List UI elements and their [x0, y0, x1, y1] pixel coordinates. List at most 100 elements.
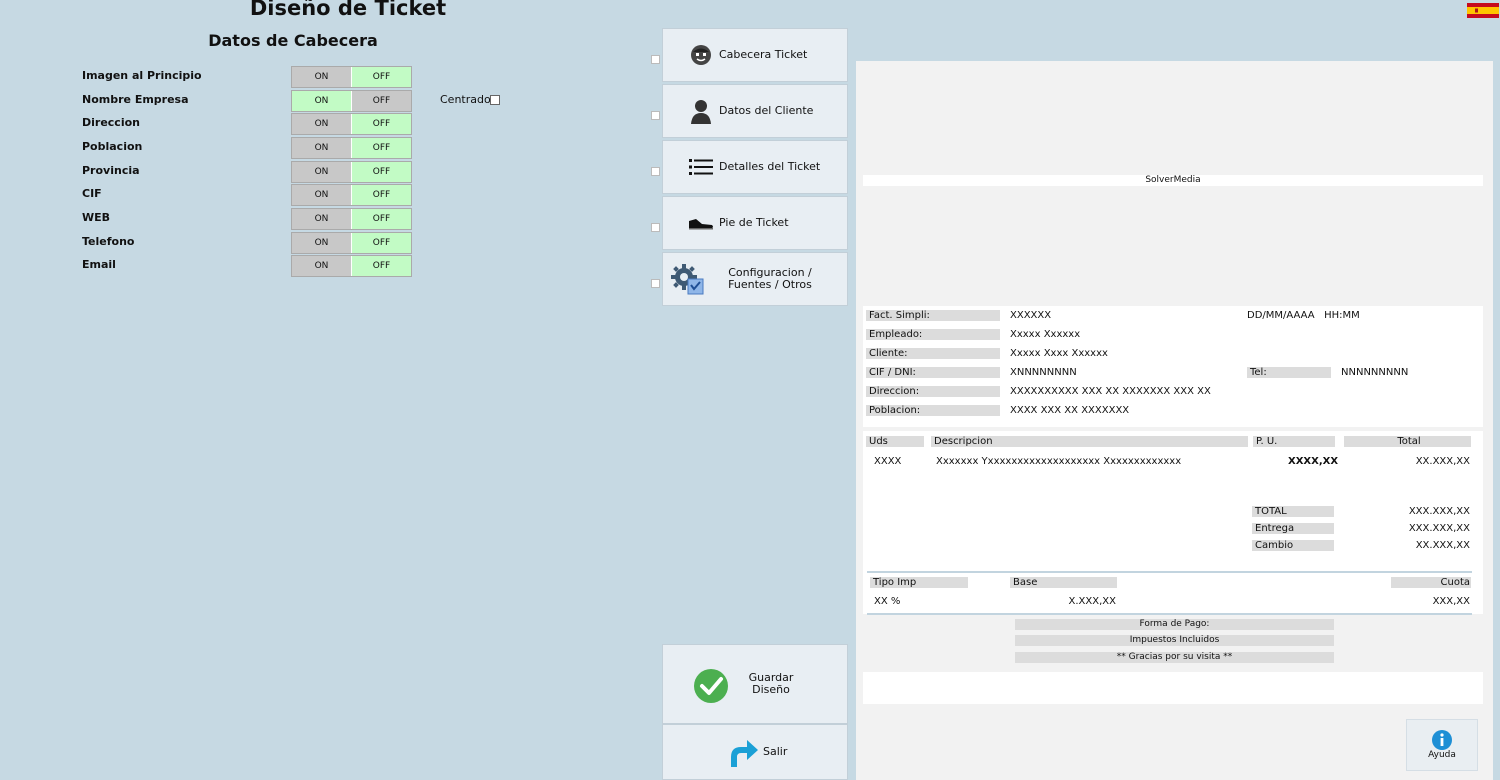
on-button[interactable]: ON: [292, 162, 351, 182]
field-label: Nombre Empresa: [82, 93, 189, 106]
on-button[interactable]: ON: [292, 209, 351, 229]
forma-pago: Forma de Pago:: [1015, 619, 1334, 630]
off-button[interactable]: OFF: [351, 209, 411, 229]
off-button[interactable]: OFF: [351, 91, 411, 111]
cambio-value: XX.XXX,XX: [1415, 540, 1470, 551]
field-label: Provincia: [82, 164, 140, 177]
save-label: Guardar Diseño: [723, 672, 819, 696]
off-button[interactable]: OFF: [351, 233, 411, 253]
on-button[interactable]: ON: [292, 233, 351, 253]
on-off-toggle: ON OFF: [291, 184, 412, 206]
nav-checkbox-5[interactable]: [651, 279, 660, 288]
save-label-line2: Diseño: [752, 683, 790, 696]
nav-detalles-ticket-button[interactable]: Detalles del Ticket: [662, 140, 848, 194]
save-design-button[interactable]: Guardar Diseño: [662, 644, 848, 724]
exit-label: Salir: [763, 745, 788, 758]
on-off-toggle: ON OFF: [291, 137, 412, 159]
cif-label: CIF / DNI:: [866, 367, 1000, 378]
on-button[interactable]: ON: [292, 67, 351, 87]
nav-label: Datos del Cliente: [719, 104, 814, 117]
tipo-imp-label: Tipo Imp: [870, 577, 968, 588]
section-title: Datos de Cabecera: [208, 31, 378, 50]
on-off-toggle: ON OFF: [291, 113, 412, 135]
direccion-value: XXXXXXXXXX XXX XX XXXXXXX XXX XX: [1010, 386, 1211, 397]
on-button[interactable]: ON: [292, 91, 351, 111]
field-label: Poblacion: [82, 140, 143, 153]
cambio-label: Cambio: [1252, 540, 1334, 551]
nav-checkbox-3[interactable]: [651, 167, 660, 176]
nav-datos-cliente-button[interactable]: Datos del Cliente: [662, 84, 848, 138]
on-off-toggle: ON OFF: [291, 232, 412, 254]
cliente-label: Cliente:: [866, 348, 1000, 359]
divider: [867, 571, 1472, 573]
nav-label: Configuracion / Fuentes / Otros: [728, 266, 812, 291]
centrado-label: Centrado: [440, 93, 491, 106]
total-value: XXX.XXX,XX: [1408, 506, 1470, 517]
nav-pie-ticket-button[interactable]: Pie de Ticket: [662, 196, 848, 250]
nav-checkbox-2[interactable]: [651, 111, 660, 120]
col-uds: Uds: [866, 436, 924, 447]
nav-checkbox-1[interactable]: [651, 55, 660, 64]
field-label: Imagen al Principio: [82, 69, 202, 82]
base-label: Base: [1010, 577, 1117, 588]
company-name-row: SolverMedia: [863, 175, 1483, 186]
nav-label: Cabecera Ticket: [719, 48, 808, 61]
gracias-message: ** Gracias por su visita **: [1015, 652, 1334, 663]
nav-checkbox-4[interactable]: [651, 223, 660, 232]
on-off-toggle: ON OFF: [291, 208, 412, 230]
centrado-checkbox[interactable]: [490, 95, 500, 105]
total-label: TOTAL: [1252, 506, 1334, 517]
nav-label: Pie de Ticket: [719, 216, 789, 229]
on-off-toggle: ON OFF: [291, 66, 412, 88]
info-icon: [1432, 730, 1452, 750]
exit-button[interactable]: Salir: [662, 724, 848, 780]
shoe-icon: [683, 207, 719, 239]
divider: [867, 613, 1472, 615]
help-button[interactable]: Ayuda: [1406, 719, 1478, 771]
on-off-toggle: ON OFF: [291, 90, 412, 112]
off-button[interactable]: OFF: [351, 67, 411, 87]
tel-label: Tel:: [1247, 367, 1331, 378]
off-button[interactable]: OFF: [351, 162, 411, 182]
line-uds: XXXX: [874, 456, 902, 467]
impuestos-incluidos: Impuestos Incluidos: [1015, 635, 1334, 646]
off-button[interactable]: OFF: [351, 138, 411, 158]
off-button[interactable]: OFF: [351, 114, 411, 134]
tel-value: NNNNNNNNN: [1341, 367, 1409, 378]
off-button[interactable]: OFF: [351, 185, 411, 205]
company-name: SolverMedia: [1145, 175, 1201, 185]
tipo-imp-value: XX %: [874, 596, 901, 607]
nav-configuracion-button[interactable]: Configuracion / Fuentes / Otros: [662, 252, 848, 306]
on-button[interactable]: ON: [292, 114, 351, 134]
direccion-label: Direccion:: [866, 386, 1000, 397]
col-desc: Descripcion: [931, 436, 1248, 447]
on-off-toggle: ON OFF: [291, 255, 412, 277]
line-pu: XXXX,XX: [1288, 456, 1339, 467]
nav-label: Detalles del Ticket: [719, 160, 821, 173]
entrega-label: Entrega: [1252, 523, 1334, 534]
on-button[interactable]: ON: [292, 256, 351, 276]
spain-flag-icon[interactable]: [1467, 3, 1499, 18]
field-label: CIF: [82, 187, 102, 200]
entrega-value: XXX.XXX,XX: [1408, 523, 1470, 534]
cuota-label: Cuota: [1391, 577, 1471, 588]
on-button[interactable]: ON: [292, 138, 351, 158]
header-face-icon: [683, 39, 719, 71]
line-total: XX.XXX,XX: [1415, 456, 1470, 467]
exit-arrow-icon: [725, 737, 759, 772]
client-person-icon: [683, 95, 719, 127]
off-button[interactable]: OFF: [351, 256, 411, 276]
field-label: WEB: [82, 211, 111, 224]
on-button[interactable]: ON: [292, 185, 351, 205]
base-value: X.XXX,XX: [1068, 596, 1116, 607]
empleado-label: Empleado:: [866, 329, 1000, 340]
page-title: Diseño de Ticket: [249, 0, 447, 20]
line-desc: Xxxxxxx Yxxxxxxxxxxxxxxxxxxx Xxxxxxxxxxx…: [936, 456, 1182, 467]
footer-image-area: [863, 672, 1483, 704]
field-label: Telefono: [82, 235, 135, 248]
ticket-preview: SolverMedia Fact. Simpli: XXXXXX DD/MM/A…: [856, 61, 1493, 780]
fact-label: Fact. Simpli:: [866, 310, 1000, 321]
col-pu: P. U.: [1253, 436, 1335, 447]
nav-cabecera-ticket-button[interactable]: Cabecera Ticket: [662, 28, 848, 82]
cliente-value: Xxxxx Xxxx Xxxxxx: [1010, 348, 1108, 359]
